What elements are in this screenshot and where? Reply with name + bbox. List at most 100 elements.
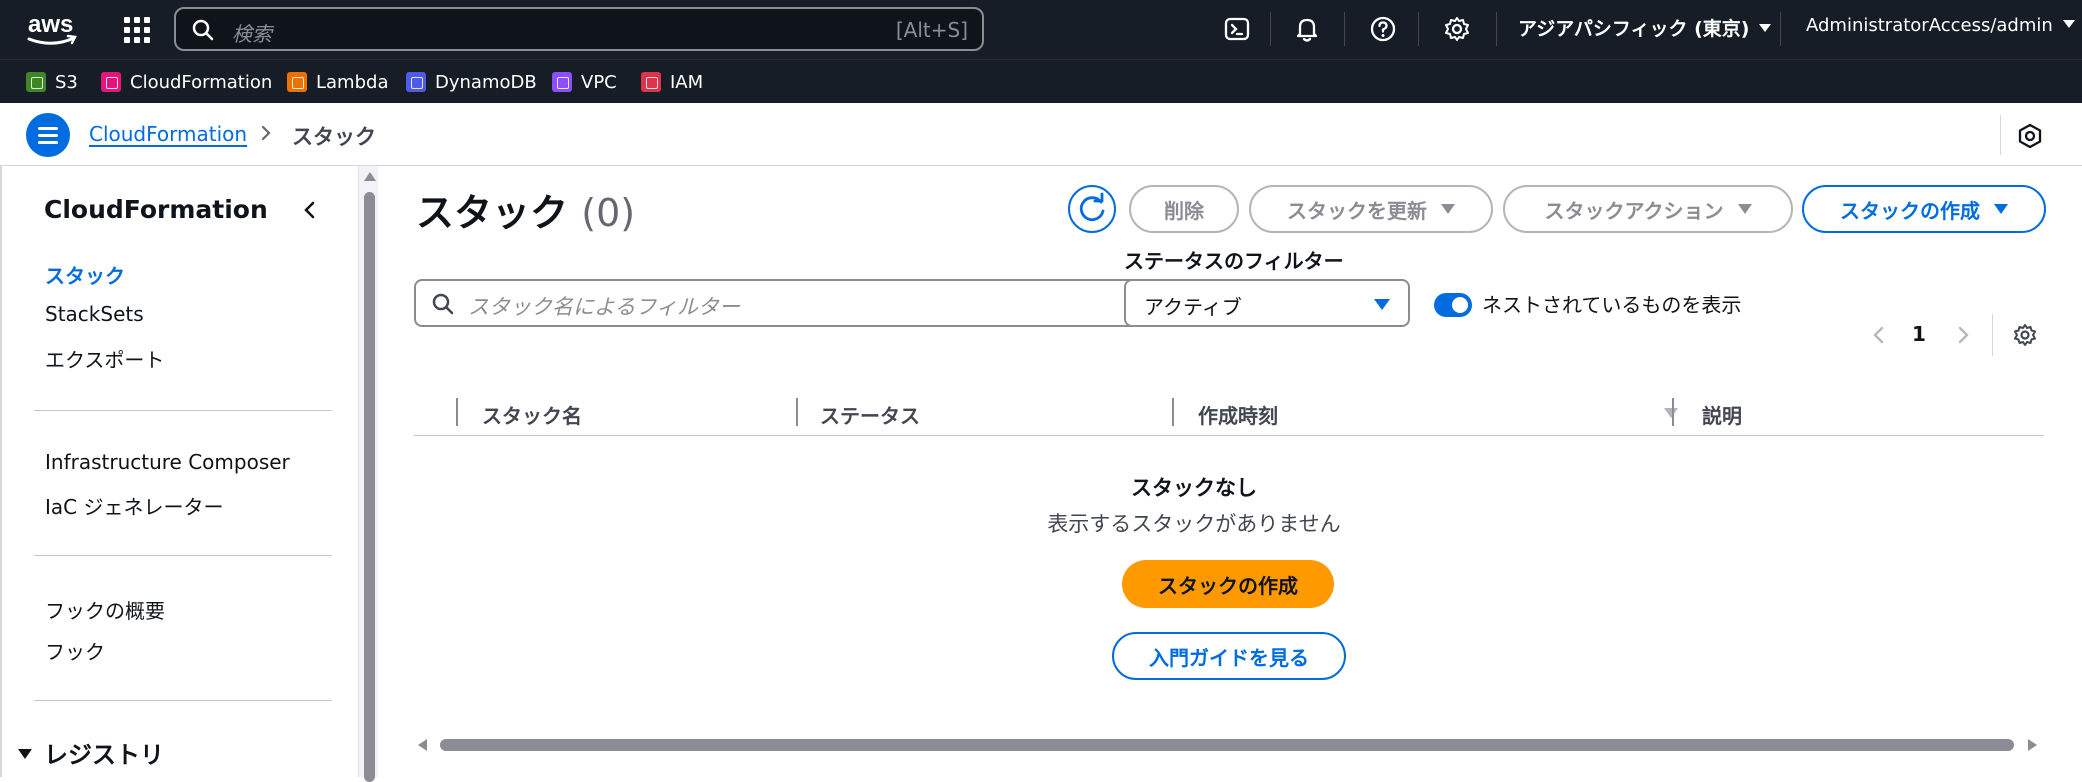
breadcrumb-cloudformation-link[interactable]: CloudFormation — [89, 122, 247, 146]
stack-actions-button[interactable]: スタックアクション — [1503, 185, 1793, 233]
sort-descending-icon[interactable] — [1664, 408, 1678, 418]
filter-placeholder: スタック名によるフィルター — [468, 295, 740, 319]
empty-create-stack-button[interactable]: スタックの作成 — [1122, 560, 1334, 608]
update-stack-button[interactable]: スタックを更新 — [1249, 185, 1493, 233]
sidebar-item-stacksets[interactable]: StackSets — [45, 302, 144, 326]
sidebar-item-infrastructure-composer[interactable]: Infrastructure Composer — [45, 450, 290, 474]
update-stack-label: スタックを更新 — [1287, 198, 1427, 223]
gear-icon[interactable] — [2012, 322, 2038, 348]
favorite-dynamodb[interactable]: DynamoDB — [406, 70, 537, 94]
nested-stacks-toggle[interactable] — [1434, 293, 1472, 317]
sidebar-title: CloudFormation — [44, 195, 268, 224]
gear-icon[interactable] — [1442, 14, 1472, 44]
sidebar-section-registry[interactable]: レジストリ — [18, 735, 164, 770]
sidebar-scrollbar[interactable] — [358, 166, 380, 782]
favorite-vpc[interactable]: VPC — [552, 70, 617, 94]
favorite-iam[interactable]: IAM — [641, 70, 703, 94]
cloudshell-icon[interactable] — [1222, 14, 1252, 44]
aws-logo[interactable]: aws — [24, 10, 80, 48]
sidebar-item-iac-generator[interactable]: IaC ジェネレーター — [45, 491, 223, 520]
create-stack-button[interactable]: スタックの作成 — [1802, 185, 2046, 233]
pagination-divider — [1992, 314, 1993, 356]
breadcrumb-divider — [2000, 115, 2001, 155]
region-label: アジアパシフィック (東京) — [1518, 18, 1750, 40]
current-page-number[interactable]: 1 — [1912, 322, 1926, 346]
sidebar-divider — [34, 700, 332, 701]
favorite-cloudformation[interactable]: CloudFormation — [101, 70, 272, 94]
favorite-label: IAM — [670, 71, 704, 93]
caret-down-icon — [1737, 204, 1752, 214]
lambda-icon — [287, 72, 307, 92]
column-resizer[interactable] — [1672, 398, 1674, 426]
stacks-table-header: スタック名 ステータス 作成時刻 説明 — [414, 392, 2044, 436]
sidebar-divider — [34, 555, 332, 556]
favorite-s3[interactable]: S3 — [26, 70, 78, 94]
sidebar-item-stacks[interactable]: スタック — [45, 260, 125, 289]
breadcrumb-current: スタック — [292, 125, 376, 149]
bell-icon[interactable] — [1292, 14, 1322, 44]
sidebar-section-label: レジストリ — [44, 741, 164, 769]
region-selector[interactable]: アジアパシフィック (東京) — [1518, 14, 1772, 41]
nav-divider — [1270, 12, 1271, 46]
scroll-up-arrow-icon[interactable] — [364, 172, 376, 181]
sidebar-item-hooks[interactable]: フック — [45, 636, 105, 665]
scroll-left-arrow-icon[interactable] — [418, 739, 427, 751]
favorite-lambda[interactable]: Lambda — [287, 70, 388, 94]
hexagon-settings-icon[interactable] — [2016, 122, 2044, 150]
table-horizontal-scrollbar[interactable] — [440, 739, 2014, 751]
services-grid-icon[interactable] — [122, 15, 152, 45]
page-title-text: スタック — [416, 191, 569, 235]
favorites-bar: S3 CloudFormation Lambda DynamoDB VPC IA… — [0, 59, 2082, 103]
iam-icon — [641, 72, 661, 92]
nav-divider — [1780, 12, 1781, 46]
caret-down-icon — [18, 749, 32, 759]
nav-divider — [1418, 12, 1419, 46]
account-label: AdministratorAccess/admin — [1806, 15, 2053, 36]
scroll-right-arrow-icon[interactable] — [2028, 739, 2037, 751]
refresh-button[interactable] — [1068, 185, 1116, 233]
create-stack-label: スタックの作成 — [1840, 198, 1980, 223]
column-resizer[interactable] — [1172, 398, 1174, 426]
next-page-icon[interactable] — [1952, 324, 1974, 346]
nav-divider — [1496, 12, 1497, 46]
column-header-created-time[interactable]: 作成時刻 — [1198, 400, 1278, 429]
side-navigation-toggle[interactable] — [26, 113, 70, 157]
collapse-sidebar-icon[interactable] — [298, 198, 322, 222]
column-resizer[interactable] — [796, 398, 798, 426]
favorite-label: Lambda — [316, 71, 389, 93]
stack-name-filter-input[interactable]: スタック名によるフィルター — [414, 279, 1150, 327]
previous-page-icon[interactable] — [1868, 324, 1890, 346]
refresh-icon — [1079, 192, 1105, 221]
stack-count: (0) — [581, 191, 636, 235]
sidebar-scrollbar-thumb[interactable] — [364, 192, 375, 782]
main-content: スタック (0) 削除 スタックを更新 スタックアクション スタックの作成 ステ… — [378, 166, 2082, 777]
account-menu[interactable]: AdministratorAccess/admin — [1806, 15, 2075, 36]
caret-down-icon — [1374, 299, 1390, 310]
caret-down-icon — [1994, 204, 2008, 214]
search-icon — [432, 293, 454, 315]
chevron-right-icon — [261, 125, 271, 141]
sidebar-item-hooks-overview[interactable]: フックの概要 — [45, 595, 165, 624]
getting-started-guide-button[interactable]: 入門ガイドを見る — [1112, 632, 1346, 680]
chevron-down-icon — [1759, 23, 1772, 32]
caret-down-icon — [1441, 204, 1455, 214]
global-search-input[interactable]: 検索 [Alt+S] — [174, 7, 984, 51]
status-filter-select[interactable]: アクティブ — [1124, 279, 1410, 327]
delete-button[interactable]: 削除 — [1129, 185, 1239, 233]
stack-actions-label: スタックアクション — [1544, 198, 1724, 223]
top-navigation: aws 検索 [Alt+S] アジアパシフィック (東京) Administra… — [0, 0, 2082, 59]
column-header-description[interactable]: 説明 — [1702, 400, 1742, 429]
side-navigation: CloudFormation スタック StackSets エクスポート Inf… — [0, 166, 380, 782]
help-icon[interactable] — [1368, 14, 1398, 44]
sidebar-item-exports[interactable]: エクスポート — [45, 344, 164, 373]
empty-state-message: 表示するスタックがありません — [1047, 512, 1341, 536]
favorite-label: VPC — [581, 71, 617, 93]
favorite-label: S3 — [55, 71, 78, 93]
nav-divider — [1344, 12, 1345, 46]
chevron-down-icon — [2062, 20, 2075, 28]
column-header-status[interactable]: ステータス — [820, 400, 920, 429]
column-header-stack-name[interactable]: スタック名 — [482, 400, 582, 429]
column-resizer[interactable] — [456, 398, 458, 426]
svg-text:aws: aws — [28, 11, 73, 38]
favorite-label: DynamoDB — [435, 71, 537, 93]
